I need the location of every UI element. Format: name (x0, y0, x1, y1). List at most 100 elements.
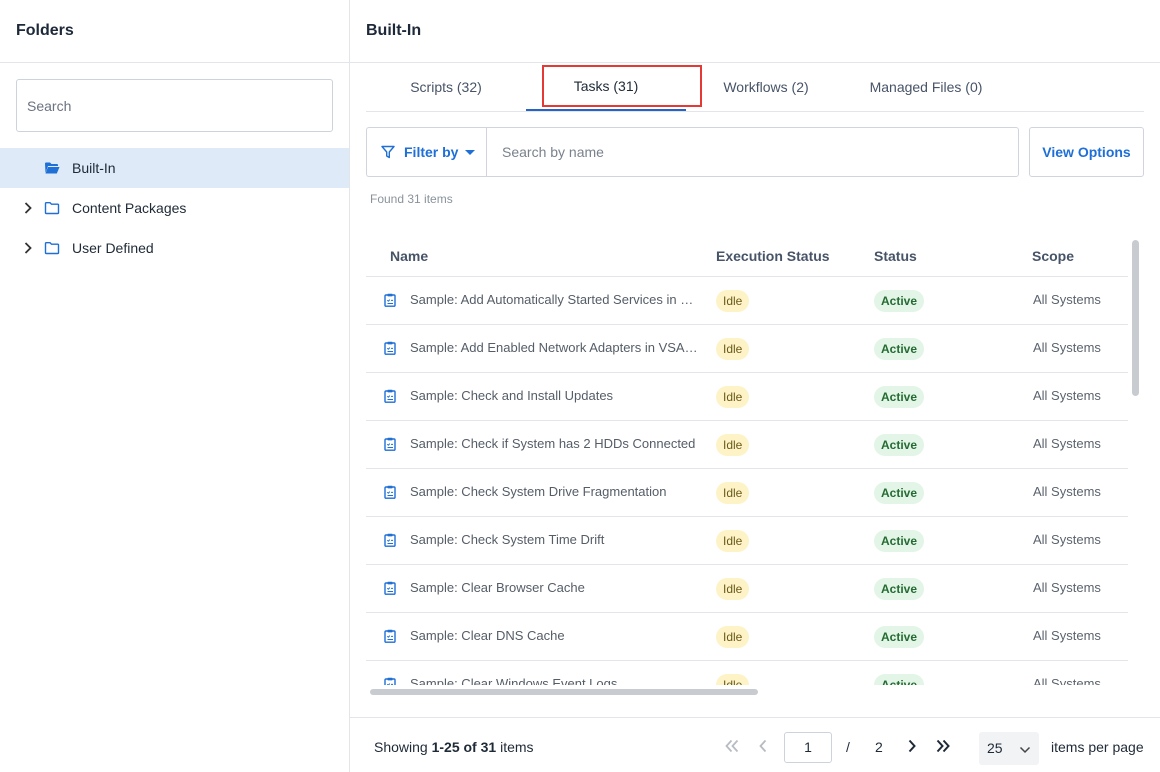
first-page-icon[interactable] (722, 736, 742, 756)
column-header-status[interactable]: Status (874, 248, 917, 264)
filter-by-button[interactable]: Filter by (366, 127, 487, 177)
name-search-box[interactable] (486, 127, 1019, 177)
status-badge: Active (874, 482, 925, 504)
pagination-footer: Showing 1-25 of 31 items 1 / 2 25 items … (350, 717, 1160, 772)
page-number-input[interactable]: 1 (784, 732, 832, 763)
column-header-execution-status[interactable]: Execution Status (716, 248, 830, 264)
tab-scripts[interactable]: Scripts (32) (366, 63, 526, 111)
table-row[interactable]: Sample: Check System Time Drift Idle Activ… (366, 517, 1128, 565)
execution-status-badge: Idle (716, 674, 750, 685)
status-badge: Active (874, 626, 925, 648)
table-row[interactable]: Sample: Clear Browser Cache Idle Active All… (366, 565, 1128, 613)
table-row[interactable]: Sample: Check and Install Updates Idle Act… (366, 373, 1128, 421)
table-header: Name Execution Status Status Scope (366, 232, 1128, 277)
task-icon (384, 437, 396, 451)
execution-status-badge: Idle (716, 578, 750, 600)
name-search-input[interactable] (487, 128, 1018, 176)
items-per-page-label: items per page (1051, 739, 1144, 755)
tab-tasks[interactable]: Tasks (31) (526, 63, 686, 111)
task-name[interactable]: Sample: Check System Drive Fragmentation (410, 484, 706, 499)
horizontal-scrollbar[interactable] (370, 689, 758, 695)
task-name[interactable]: Sample: Clear DNS Cache (410, 628, 706, 643)
scope-value: All Systems (1033, 436, 1101, 451)
table-body: Sample: Add Automatically Started Servic… (366, 277, 1128, 685)
scope-value: All Systems (1033, 292, 1101, 307)
folder-search-input[interactable] (17, 80, 332, 131)
previous-page-icon[interactable] (753, 736, 773, 756)
table-row[interactable]: Sample: Clear Windows Event Logs Idle Acti… (366, 661, 1128, 685)
execution-status-badge: Idle (716, 626, 750, 648)
column-header-scope[interactable]: Scope (1032, 248, 1074, 264)
filter-by-label: Filter by (404, 144, 459, 160)
execution-status-badge: Idle (716, 338, 750, 360)
execution-status-badge: Idle (716, 386, 750, 408)
scope-value: All Systems (1033, 388, 1101, 403)
scope-value: All Systems (1033, 340, 1101, 355)
page-slash: / (846, 739, 850, 755)
items-per-page-select[interactable]: 25 (979, 732, 1039, 765)
showing-suffix: items (496, 739, 534, 755)
task-name[interactable]: Sample: Check and Install Updates (410, 388, 706, 403)
showing-prefix: Showing (374, 739, 432, 755)
table-row[interactable]: Sample: Check System Drive Fragmentation… (366, 469, 1128, 517)
filter-icon (381, 145, 395, 159)
status-badge: Active (874, 338, 925, 360)
found-count: Found 31 items (370, 192, 453, 206)
view-options-button[interactable]: View Options (1029, 127, 1144, 177)
tree-item-label: User Defined (72, 240, 154, 256)
folders-header: Folders (0, 0, 349, 63)
scope-value: All Systems (1033, 676, 1101, 685)
page-title: Built-In (366, 22, 422, 39)
filter-row: Filter by View Options (366, 127, 1144, 177)
table-row[interactable]: Sample: Add Enabled Network Adapters in … (366, 325, 1128, 373)
table-row[interactable]: Sample: Clear DNS Cache Idle Active All Sys… (366, 613, 1128, 661)
status-badge: Active (874, 386, 925, 408)
folders-title: Folders (16, 22, 74, 39)
folder-icon (44, 201, 60, 215)
chevron-right-icon[interactable] (22, 242, 34, 254)
scope-value: All Systems (1033, 484, 1101, 499)
chevron-right-icon[interactable] (22, 202, 34, 214)
tab-managed-files[interactable]: Managed Files (0) (846, 63, 1006, 111)
task-icon (384, 677, 396, 685)
vertical-scrollbar[interactable] (1132, 240, 1139, 396)
next-page-icon[interactable] (902, 736, 922, 756)
task-name[interactable]: Sample: Check System Time Drift (410, 532, 706, 547)
folder-open-icon (44, 161, 60, 175)
status-badge: Active (874, 674, 925, 685)
tree-item-label: Content Packages (72, 200, 187, 216)
tree-item-user-defined[interactable]: User Defined (0, 228, 349, 268)
scope-value: All Systems (1033, 628, 1101, 643)
column-header-name[interactable]: Name (390, 248, 428, 264)
tree-item-label: Built-In (72, 160, 116, 176)
tab-workflows[interactable]: Workflows (2) (686, 63, 846, 111)
showing-text: Showing 1-25 of 31 items (374, 739, 534, 755)
execution-status-badge: Idle (716, 434, 750, 456)
execution-status-badge: Idle (716, 290, 750, 312)
content-header: Built-In (350, 0, 1160, 63)
task-icon (384, 341, 396, 355)
folders-pane: Folders Built-In Content Packages (0, 0, 350, 772)
task-icon (384, 629, 396, 643)
items-per-page-value: 25 (987, 740, 1003, 756)
task-name[interactable]: Sample: Add Automatically Started Servic… (410, 292, 706, 307)
task-name[interactable]: Sample: Check if System has 2 HDDs Conne… (410, 436, 706, 451)
task-name[interactable]: Sample: Add Enabled Network Adapters in … (410, 340, 706, 355)
status-badge: Active (874, 434, 925, 456)
task-icon (384, 533, 396, 547)
task-name[interactable]: Sample: Clear Browser Cache (410, 580, 706, 595)
task-icon (384, 581, 396, 595)
table-row[interactable]: Sample: Check if System has 2 HDDs Conne… (366, 421, 1128, 469)
chevron-down-icon (1019, 743, 1031, 755)
task-icon (384, 293, 396, 307)
table-row[interactable]: Sample: Add Automatically Started Servic… (366, 277, 1128, 325)
folder-search-box[interactable] (16, 79, 333, 132)
task-icon (384, 485, 396, 499)
tree-item-built-in[interactable]: Built-In (0, 148, 349, 188)
tree-item-content-packages[interactable]: Content Packages (0, 188, 349, 228)
showing-range: 1-25 of 31 (431, 739, 497, 755)
task-name[interactable]: Sample: Clear Windows Event Logs (410, 676, 706, 685)
tasks-table: Name Execution Status Status Scope Sampl… (366, 232, 1128, 685)
folder-icon (44, 241, 60, 255)
last-page-icon[interactable] (933, 736, 953, 756)
